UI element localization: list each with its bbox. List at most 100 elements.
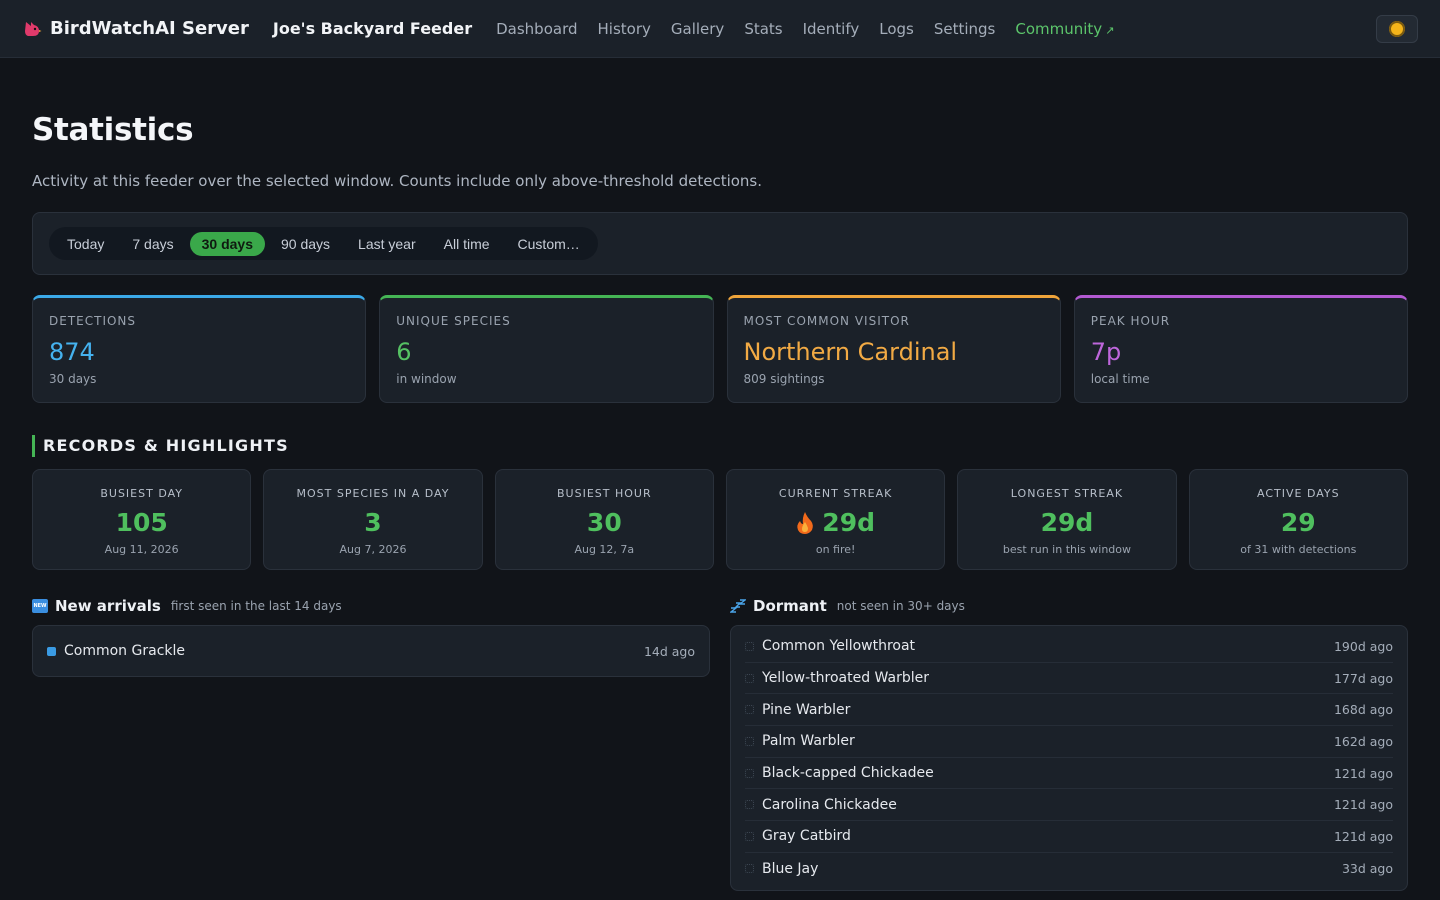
stat-value: Northern Cardinal: [743, 338, 958, 366]
record-label: Current streak: [778, 487, 893, 500]
dotted-bullet-icon: [745, 831, 754, 841]
species-name: Palm Warbler: [762, 733, 855, 750]
stat-label: Unique species: [396, 314, 511, 328]
last-seen: 14d ago: [643, 643, 695, 659]
record-value-text: 105: [115, 508, 168, 537]
record-value-text: 29d: [822, 508, 875, 537]
nav-settings[interactable]: Settings: [934, 20, 996, 38]
dormant-note: not seen in 30+ days: [836, 599, 965, 613]
species-name: Carolina Chickadee: [762, 796, 897, 813]
dotted-bullet-icon: [745, 705, 754, 715]
list-item[interactable]: Blue Jay 33d ago: [745, 853, 1393, 885]
species-name: Black-capped Chickadee: [762, 765, 934, 782]
stat-card-unique-species: Unique species 6 in window: [379, 295, 714, 403]
species-name: Gray Catbird: [762, 828, 851, 845]
record-value-text: 30: [586, 508, 622, 537]
record-card-current-streak: Current streak 29d on fire!: [725, 469, 946, 570]
record-value: 29: [1190, 508, 1407, 537]
species-name: Yellow-throated Warbler: [762, 670, 929, 687]
stat-sub: local time: [1090, 372, 1150, 386]
record-label: Busiest hour: [557, 487, 652, 500]
top-nav: BirdWatchAI Server Joe's Backyard Feeder…: [0, 0, 1440, 58]
record-sub: Aug 7, 2026: [339, 543, 407, 556]
list-item[interactable]: Black-capped Chickadee 121d ago: [745, 758, 1393, 790]
range-custom[interactable]: Custom…: [506, 232, 592, 256]
stat-card-most-common-visitor: Most common visitor Northern Cardinal 80…: [726, 295, 1061, 403]
new-badge-icon: NEW: [32, 599, 48, 613]
record-card-busiest-day: Busiest day 105 Aug 11, 2026: [32, 469, 252, 570]
range-all-time[interactable]: All time: [432, 232, 502, 256]
record-label: Longest streak: [1010, 487, 1124, 500]
page-title: Statistics: [32, 112, 194, 148]
range-today[interactable]: Today: [55, 232, 116, 256]
dormant-list: Common Yellowthroat 190d ago Yellow-thro…: [730, 625, 1408, 891]
brand[interactable]: BirdWatchAI Server: [22, 18, 249, 39]
range-last-year[interactable]: Last year: [346, 232, 428, 256]
stat-label: Most common visitor: [743, 314, 910, 328]
species-name: Pine Warbler: [762, 701, 851, 718]
stat-value: 6: [396, 338, 412, 366]
record-sub: best run in this window: [1002, 543, 1132, 556]
record-value: 105: [33, 508, 250, 537]
sun-icon: [1389, 20, 1405, 37]
theme-toggle-button[interactable]: [1376, 14, 1418, 43]
record-label: Active days: [1257, 487, 1340, 500]
stat-sub: 30 days: [49, 372, 97, 386]
dotted-bullet-icon: [745, 641, 754, 651]
record-label: Busiest day: [100, 487, 183, 500]
record-sub: on fire!: [815, 543, 856, 556]
record-sub: Aug 12, 7a: [574, 543, 635, 556]
flame-icon: [797, 511, 814, 534]
last-seen: 168d ago: [1333, 702, 1393, 718]
new-arrivals-title: New arrivals: [55, 597, 161, 615]
nav-identify[interactable]: Identify: [803, 20, 860, 38]
new-arrivals-list: Common Grackle 14d ago: [32, 625, 710, 677]
record-card-active-days: Active days 29 of 31 with detections: [1188, 469, 1408, 570]
records-title: Records & Highlights: [43, 436, 289, 455]
page-subtitle: Activity at this feeder over the selecte…: [32, 172, 763, 190]
records-row: Busiest day 105 Aug 11, 2026 Most specie…: [32, 469, 1408, 570]
range-90-days[interactable]: 90 days: [269, 232, 342, 256]
feeder-name[interactable]: Joe's Backyard Feeder: [273, 19, 472, 38]
nav-history[interactable]: History: [598, 20, 651, 38]
nav-community[interactable]: Community ↗: [1015, 20, 1114, 38]
record-value-text: 29d: [1040, 508, 1094, 537]
nav-stats[interactable]: Stats: [744, 20, 782, 38]
nav-logs[interactable]: Logs: [879, 20, 914, 38]
list-item[interactable]: Carolina Chickadee 121d ago: [745, 789, 1393, 822]
dotted-bullet-icon: [745, 864, 754, 874]
record-card-busiest-hour: Busiest hour 30 Aug 12, 7a: [494, 469, 714, 570]
nav-gallery[interactable]: Gallery: [671, 20, 724, 38]
dotted-bullet-icon: [745, 736, 754, 746]
list-item[interactable]: Gray Catbird 121d ago: [745, 821, 1393, 853]
record-value-text: 29: [1280, 508, 1316, 537]
list-item[interactable]: Palm Warbler 162d ago: [745, 726, 1393, 758]
stat-sub: in window: [396, 372, 457, 386]
list-item[interactable]: Common Yellowthroat 190d ago: [745, 631, 1393, 663]
range-30-days[interactable]: 30 days: [189, 231, 265, 256]
stat-label: Detections: [49, 314, 137, 328]
range-7-days[interactable]: 7 days: [120, 232, 185, 256]
dotted-bullet-icon: [745, 768, 754, 778]
list-item[interactable]: Common Grackle 14d ago: [47, 631, 695, 671]
list-item[interactable]: Yellow-throated Warbler 177d ago: [745, 663, 1393, 695]
records-heading: Records & Highlights: [32, 435, 1408, 457]
record-value: 29d: [727, 508, 944, 537]
dormant-header: Dormant not seen in 30+ days: [730, 597, 1408, 615]
last-seen: 190d ago: [1333, 638, 1393, 654]
record-value: 30: [496, 508, 713, 537]
external-link-icon: ↗: [1105, 23, 1115, 37]
list-item[interactable]: Pine Warbler 168d ago: [745, 694, 1393, 727]
last-seen: 33d ago: [1341, 861, 1393, 877]
record-card-longest-streak: Longest streak 29d best run in this wind…: [957, 469, 1177, 570]
stat-value: 7p: [1090, 338, 1122, 366]
range-selector-card: Today 7 days 30 days 90 days Last year A…: [32, 212, 1408, 275]
new-arrivals-note: first seen in the last 14 days: [170, 599, 342, 613]
nav-dashboard[interactable]: Dashboard: [496, 20, 577, 38]
record-value: 3: [264, 508, 481, 537]
dormant-title: Dormant: [753, 597, 827, 615]
last-seen: 121d ago: [1333, 765, 1393, 781]
species-lists: NEW New arrivals first seen in the last …: [32, 597, 1408, 891]
last-seen: 177d ago: [1333, 670, 1393, 686]
record-card-most-species: Most species in a day 3 Aug 7, 2026: [263, 469, 483, 570]
